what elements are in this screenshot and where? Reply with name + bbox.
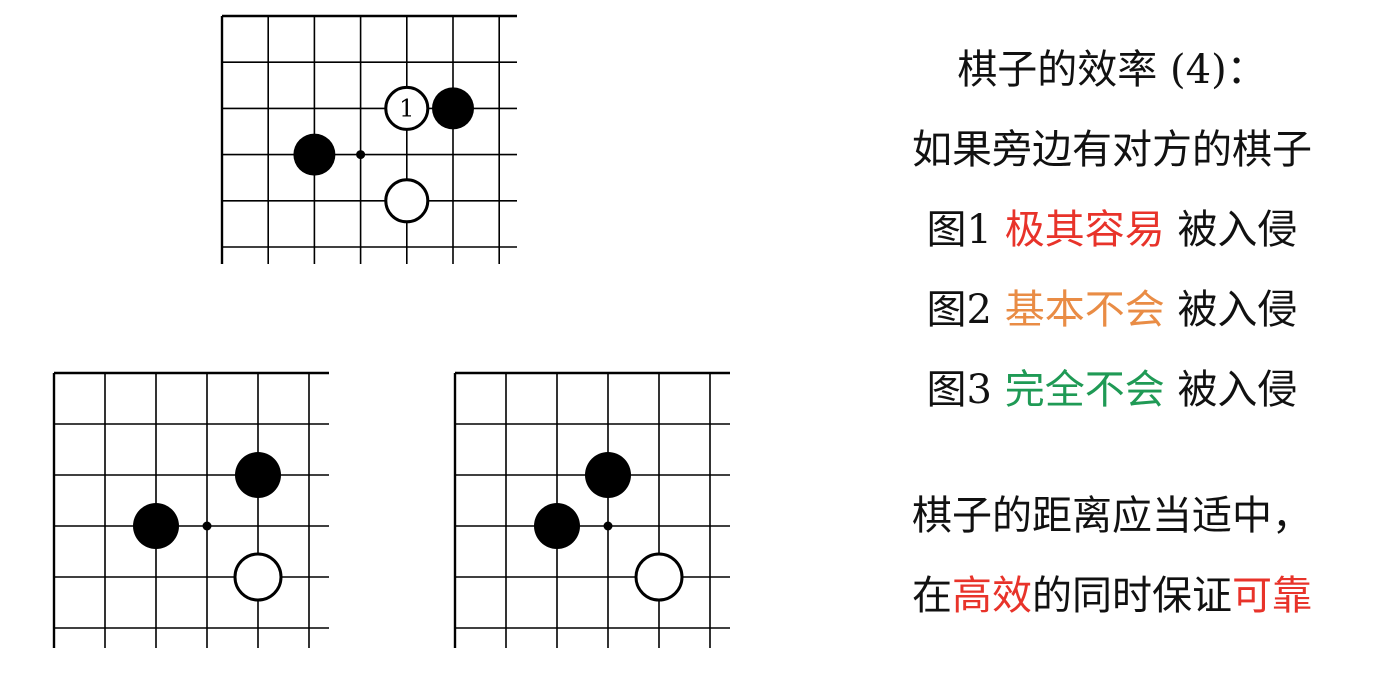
white-stone bbox=[634, 552, 684, 602]
figure-3-highlight: 完全不会 bbox=[1004, 367, 1165, 413]
go-board-figure-2 bbox=[52, 371, 329, 648]
black-stone bbox=[293, 133, 336, 176]
white-stone bbox=[233, 552, 283, 602]
figure-3-label: 图3 bbox=[926, 367, 992, 413]
black-stone bbox=[585, 452, 631, 498]
figure-3-tail: 被入侵 bbox=[1177, 367, 1298, 413]
black-stone bbox=[432, 87, 474, 130]
star-point bbox=[202, 521, 212, 531]
figure-1-highlight: 极其容易 bbox=[1004, 207, 1165, 253]
conclusion-line-1: 棋子的距离应当适中， bbox=[912, 493, 1312, 539]
board-2-svg bbox=[52, 371, 329, 648]
star-point bbox=[356, 150, 366, 160]
subtitle-text: 如果旁边有对方的棋子 bbox=[912, 127, 1312, 173]
figure-1-label: 图1 bbox=[926, 207, 992, 253]
go-board-figure-1: 1 bbox=[220, 14, 517, 264]
stone-move-number: 1 bbox=[399, 94, 414, 122]
figure-1-tail: 被入侵 bbox=[1177, 207, 1298, 253]
conclusion-middle: 的同时保证 bbox=[1032, 573, 1232, 619]
figure-1-caption: 图1 极其容易 被入侵 bbox=[862, 210, 1362, 250]
figure-3-caption: 图3 完全不会 被入侵 bbox=[862, 370, 1362, 410]
star-point bbox=[603, 521, 613, 531]
figure-2-caption: 图2 基本不会 被入侵 bbox=[862, 290, 1362, 330]
black-stone bbox=[133, 503, 179, 549]
title-text: 棋子的效率 (4)： bbox=[957, 47, 1267, 93]
figure-2-tail: 被入侵 bbox=[1177, 287, 1298, 333]
conclusion-line-2: 在高效的同时保证可靠 bbox=[862, 576, 1362, 616]
go-board-figure-3 bbox=[453, 371, 730, 648]
conclusion-word-zai: 在 bbox=[912, 573, 952, 619]
figure-2-label: 图2 bbox=[926, 287, 992, 333]
conclusion-highlight-efficient: 高效 bbox=[952, 573, 1032, 619]
explanation-panel: 棋子的效率 (4)： 如果旁边有对方的棋子 图1 极其容易 被入侵 图2 基本不… bbox=[862, 42, 1362, 616]
figure-2-highlight: 基本不会 bbox=[1004, 287, 1165, 333]
conclusion-highlight-reliable: 可靠 bbox=[1232, 573, 1312, 619]
black-stone bbox=[534, 503, 580, 549]
board-3-svg bbox=[453, 371, 730, 648]
white-stone bbox=[384, 178, 430, 224]
board-1-svg: 1 bbox=[220, 14, 517, 264]
black-stone bbox=[235, 452, 281, 498]
